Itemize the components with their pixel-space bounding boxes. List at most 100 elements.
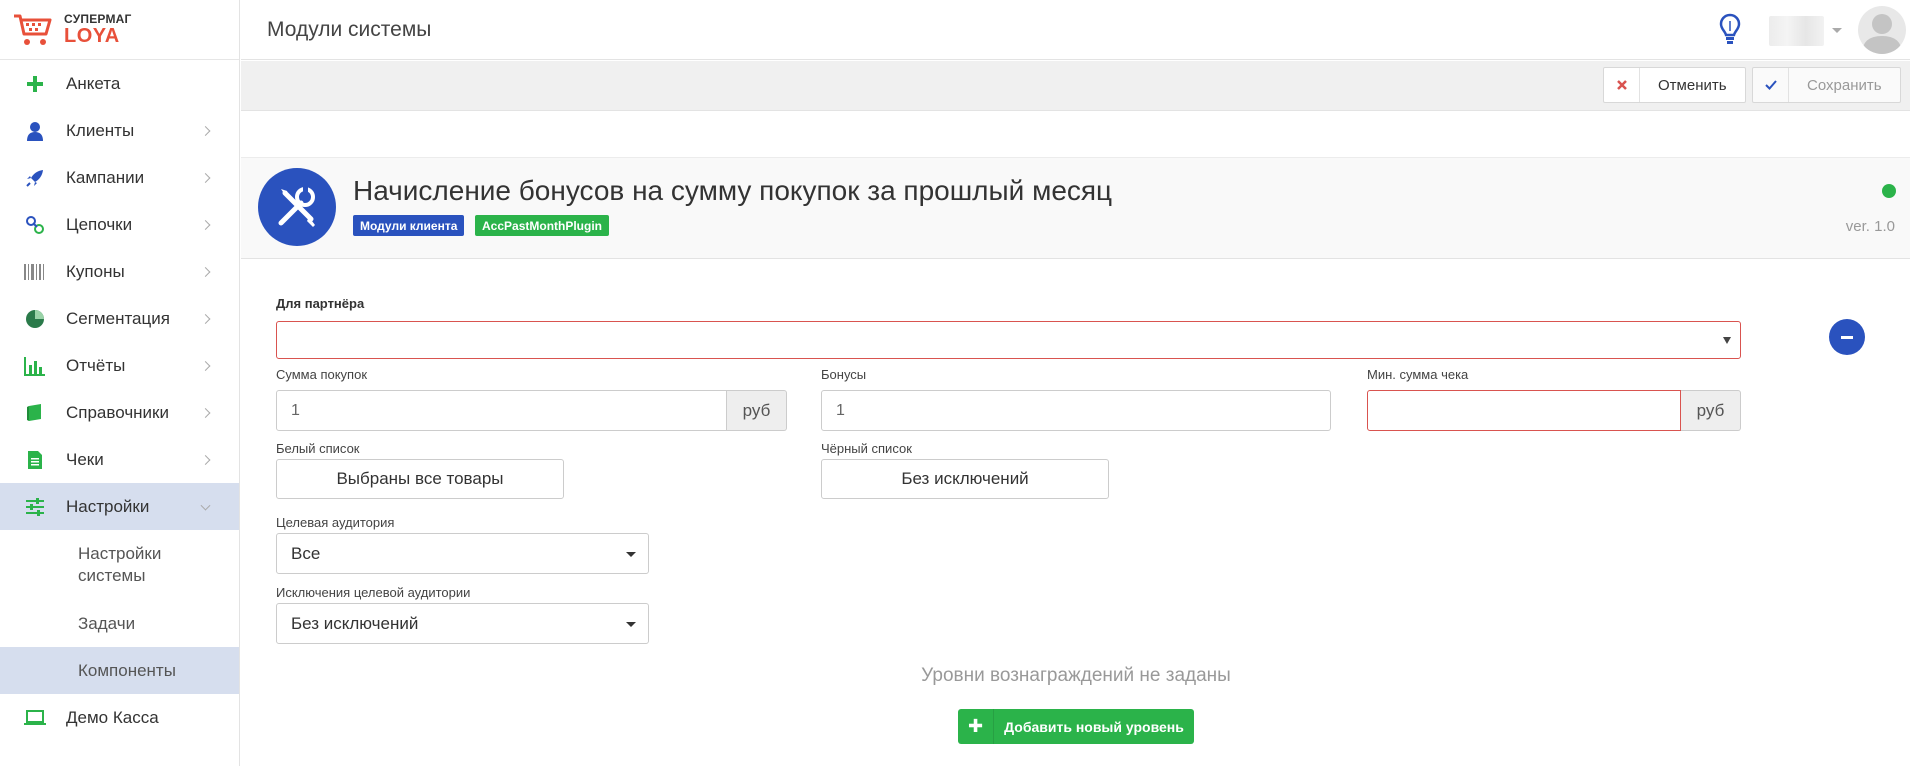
check-icon — [1753, 68, 1789, 102]
brand-bottom: LOYA — [64, 25, 120, 47]
caret-down-icon — [626, 552, 636, 557]
sidebar-item-campaigns[interactable]: Кампании — [0, 154, 239, 201]
status-indicator — [1882, 184, 1896, 198]
sidebar-item-label: Справочники — [66, 402, 169, 422]
sidebar: СУПЕРМАГ LOYA Анкета Клиенты Кампании Це… — [0, 0, 240, 766]
sidebar-item-chains[interactable]: Цепочки — [0, 201, 239, 248]
sidebar-subitem-label: Компоненты — [78, 660, 176, 680]
book-icon — [24, 402, 46, 424]
brand-logo[interactable]: СУПЕРМАГ LOYA — [0, 0, 239, 60]
remove-rule-button[interactable] — [1829, 319, 1865, 355]
link-icon — [24, 214, 46, 236]
action-bar: Отменить Сохранить — [241, 61, 1910, 111]
audience-value: Все — [291, 543, 321, 563]
sidebar-item-label: Клиенты — [66, 120, 135, 140]
chevron-right-icon — [200, 219, 211, 230]
pie-chart-icon — [24, 308, 46, 330]
sidebar-item-demo-cash[interactable]: Демо Касса — [0, 694, 239, 741]
sidebar-item-label: Демо Касса — [66, 707, 159, 727]
sidebar-subitem-label: Задачи — [78, 613, 136, 633]
user-name[interactable] — [1769, 16, 1824, 46]
partner-label: Для партнёра — [276, 296, 365, 311]
whitelist-label: Белый список — [276, 441, 360, 456]
save-label: Сохранить — [1807, 76, 1882, 94]
lightbulb-icon[interactable] — [1719, 13, 1741, 52]
chevron-right-icon — [200, 407, 211, 418]
top-header: Модули системы — [241, 0, 1910, 60]
partner-select[interactable] — [276, 321, 1741, 359]
bonuses-label: Бонусы — [821, 367, 867, 382]
sidebar-item-segmentation[interactable]: Сегментация — [0, 295, 239, 342]
audience-select[interactable]: Все — [276, 533, 649, 574]
min-check-currency: руб — [1681, 390, 1741, 431]
sidebar-item-label: Цепочки — [66, 214, 133, 234]
cancel-label: Отменить — [1658, 76, 1727, 94]
sidebar-subitem-tasks[interactable]: Задачи — [0, 600, 239, 647]
sidebar-subitem-components[interactable]: Компоненты — [0, 647, 239, 694]
minus-icon — [1841, 335, 1853, 339]
chevron-right-icon — [200, 360, 211, 371]
plus-icon: ✚ — [958, 709, 994, 744]
sidebar-item-anketa[interactable]: Анкета — [0, 60, 239, 107]
sidebar-item-label: Кампании — [66, 167, 145, 187]
sliders-icon — [24, 496, 46, 518]
user-icon — [24, 120, 46, 142]
receipt-icon — [24, 449, 46, 471]
sidebar-item-label: Настройки — [66, 496, 150, 516]
plus-icon — [24, 73, 46, 95]
add-level-button[interactable]: ✚ Добавить новый уровень — [958, 709, 1194, 744]
cart-icon — [12, 12, 54, 48]
avatar[interactable] — [1858, 6, 1906, 54]
sidebar-item-clients[interactable]: Клиенты — [0, 107, 239, 154]
sidebar-subitem-label: Настройки системы — [78, 544, 162, 585]
page-title: Модули системы — [267, 18, 432, 41]
chevron-right-icon — [200, 454, 211, 465]
audience-exclusions-label: Исключения целевой аудитории — [276, 585, 471, 600]
audience-exclusions-select[interactable]: Без исключений — [276, 603, 649, 644]
chevron-right-icon — [200, 266, 211, 277]
laptop-icon — [24, 707, 46, 729]
blacklist-label: Чёрный список — [821, 441, 912, 456]
sidebar-item-reports[interactable]: Отчёты — [0, 342, 239, 389]
tools-icon — [258, 168, 336, 246]
caret-down-icon — [1723, 337, 1731, 344]
chevron-right-icon — [200, 172, 211, 183]
purchase-sum-label: Сумма покупок — [276, 367, 368, 382]
sidebar-item-settings[interactable]: Настройки — [0, 483, 239, 530]
caret-down-icon[interactable] — [1832, 28, 1842, 33]
purchase-sum-currency: руб — [727, 390, 787, 431]
purchase-sum-input[interactable]: 1 — [276, 390, 727, 431]
chevron-down-icon — [200, 500, 211, 511]
chevron-right-icon — [200, 125, 211, 136]
plugin-header: Начисление бонусов на сумму покупок за п… — [241, 157, 1910, 259]
sidebar-item-label: Купоны — [66, 261, 125, 281]
bonuses-input[interactable]: 1 — [821, 390, 1331, 431]
save-button[interactable]: Сохранить — [1752, 67, 1901, 103]
whitelist-button[interactable]: Выбраны все товары — [276, 459, 564, 499]
plugin-title: Начисление бонусов на сумму покупок за п… — [353, 175, 1113, 206]
audience-exclusions-value: Без исключений — [291, 613, 419, 633]
plugin-id-tag: AccPastMonthPlugin — [475, 215, 610, 236]
sidebar-subitem-system-settings[interactable]: Настройки системы — [0, 530, 239, 600]
sidebar-item-label: Отчёты — [66, 355, 126, 375]
blacklist-button[interactable]: Без исключений — [821, 459, 1109, 499]
sidebar-item-label: Чеки — [66, 449, 104, 469]
sidebar-item-label: Анкета — [66, 73, 121, 93]
bar-chart-icon — [24, 355, 46, 377]
rocket-icon — [24, 167, 46, 189]
min-check-input[interactable] — [1367, 390, 1681, 431]
sidebar-item-references[interactable]: Справочники — [0, 389, 239, 436]
sidebar-item-label: Сегментация — [66, 308, 170, 328]
empty-levels-message: Уровни вознаграждений не заданы — [921, 665, 1231, 686]
min-check-label: Мин. сумма чека — [1367, 367, 1469, 382]
close-icon — [1604, 68, 1640, 102]
cancel-button[interactable]: Отменить — [1603, 67, 1746, 103]
caret-down-icon — [626, 622, 636, 627]
module-tag: Модули клиента — [353, 215, 465, 236]
add-level-label: Добавить новый уровень — [1004, 718, 1184, 735]
sidebar-item-receipts[interactable]: Чеки — [0, 436, 239, 483]
sidebar-item-coupons[interactable]: Купоны — [0, 248, 239, 295]
chevron-right-icon — [200, 313, 211, 324]
brand-top: СУПЕРМАГ — [64, 12, 132, 26]
plugin-version: ver. 1.0 — [1845, 218, 1895, 235]
